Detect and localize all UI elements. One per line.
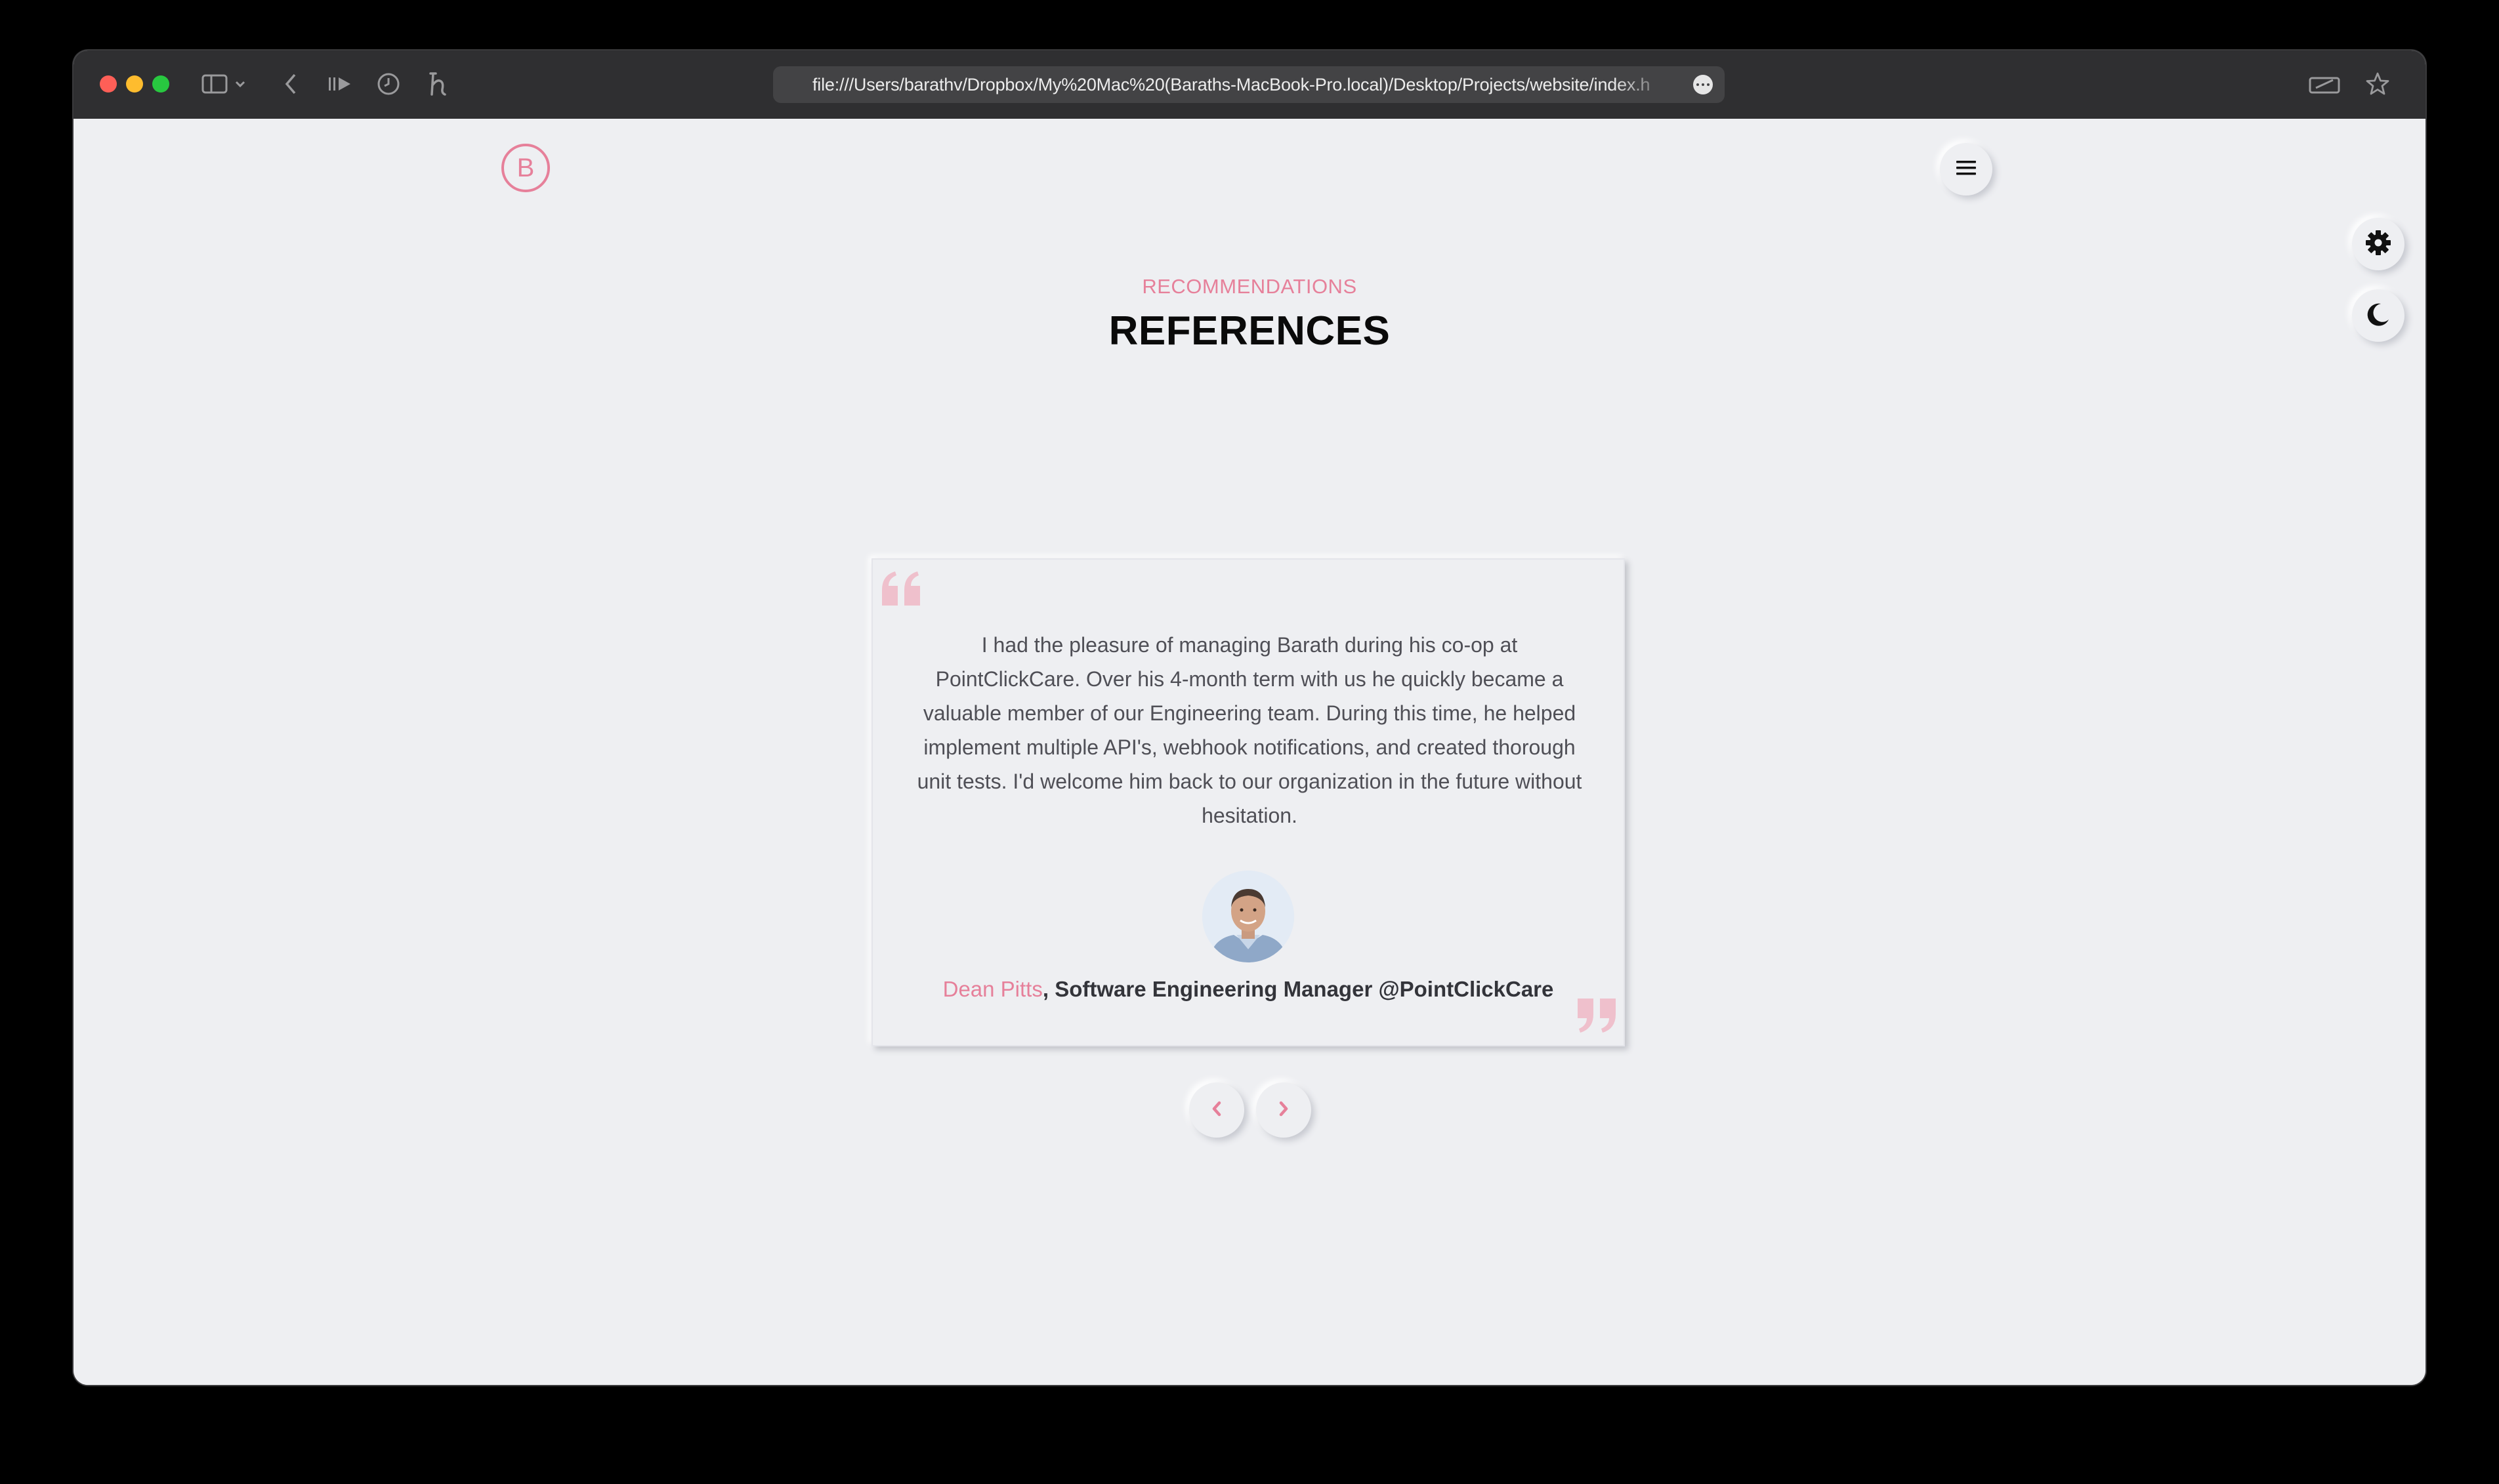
sidebar-toggle-icon[interactable] [200, 68, 230, 100]
chevron-down-icon[interactable] [232, 68, 248, 100]
page-options-icon[interactable] [1693, 75, 1713, 94]
page-content: B RECOMMENDATIONS REFERENCES I had the p… [74, 119, 2426, 1385]
close-window-button[interactable] [100, 75, 117, 93]
history-clock-icon[interactable] [374, 68, 403, 100]
testimonial-text: I had the pleasure of managing Barath du… [917, 633, 1582, 827]
zoom-window-button[interactable] [152, 75, 169, 93]
address-bar[interactable]: file:///Users/barathv/Dropbox/My%20Mac%2… [773, 66, 1725, 103]
testimonial-card: I had the pleasure of managing Barath du… [872, 558, 1625, 1046]
browser-toolbar: file:///Users/barathv/Dropbox/My%20Mac%2… [74, 51, 2426, 120]
chevron-right-icon [1277, 1100, 1290, 1121]
bookmark-star-icon[interactable] [2361, 68, 2394, 100]
testimonial-author: Dean Pitts, Software Engineering Manager… [873, 977, 1624, 1002]
browser-window: file:///Users/barathv/Dropbox/My%20Mac%2… [74, 51, 2426, 1385]
next-testimonial-button[interactable] [1256, 1082, 1311, 1138]
sign-pen-icon[interactable] [2307, 68, 2342, 100]
section-subtitle: RECOMMENDATIONS [1142, 275, 1357, 298]
hamburger-icon [1956, 159, 1977, 180]
gear-icon [2364, 229, 2392, 260]
avatar [1202, 871, 1294, 962]
url-text: file:///Users/barathv/Dropbox/My%20Mac%2… [812, 75, 1650, 94]
open-quote-icon [881, 570, 923, 610]
back-arrow-icon[interactable] [281, 68, 301, 100]
reader-mode-icon[interactable] [326, 68, 354, 100]
section-title: REFERENCES [1108, 308, 1391, 354]
menu-button[interactable] [1940, 143, 1992, 196]
minimize-window-button[interactable] [126, 75, 143, 93]
author-role: , Software Engineering Manager @PointCli… [1042, 977, 1554, 1001]
chevron-left-icon [1210, 1100, 1223, 1121]
author-name[interactable]: Dean Pitts [943, 977, 1043, 1001]
previous-testimonial-button[interactable] [1189, 1082, 1244, 1138]
site-logo[interactable]: B [501, 144, 550, 192]
extension-h-icon[interactable] [424, 68, 453, 100]
close-quote-icon [1575, 997, 1617, 1037]
settings-button[interactable] [2352, 218, 2404, 270]
